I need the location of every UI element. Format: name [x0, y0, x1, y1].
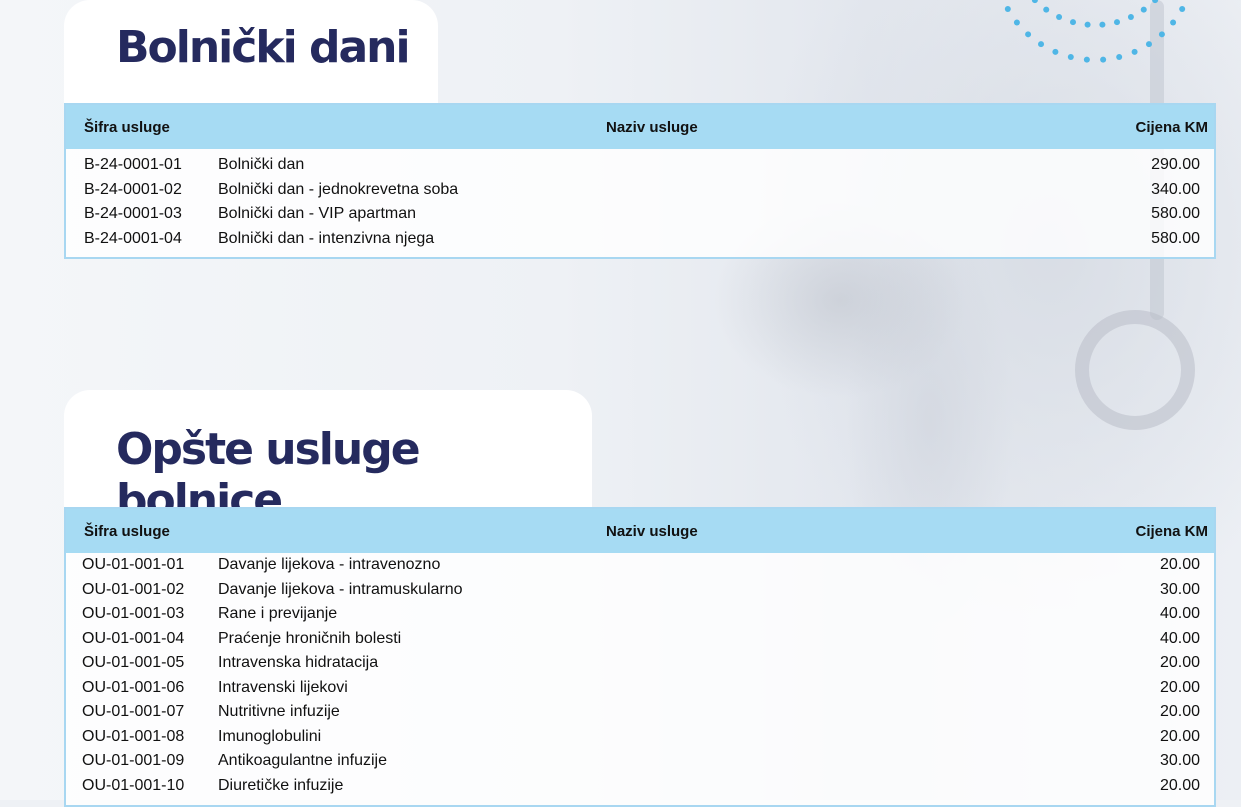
service-code: OU-01-001-10 [82, 776, 185, 794]
service-name: Bolnički dan - jednokrevetna soba [218, 180, 459, 198]
table-body: OU-01-001-01 Davanje lijekova - intraven… [66, 553, 1214, 798]
service-name: Bolnički dan - VIP apartman [218, 205, 417, 222]
decorative-dot [1083, 56, 1090, 63]
service-name: Intravenska hidratacija [218, 654, 379, 671]
table-row: B-24-0001-04 Bolnički dan - intenzivna n… [66, 227, 1214, 252]
service-code: B-24-0001-03 [84, 205, 182, 222]
stethoscope-ring-decoration [1075, 310, 1195, 430]
decorative-dot [1116, 54, 1123, 61]
service-name: Bolnički dan - intenzivna njega [218, 229, 435, 247]
service-code: B-24-0001-04 [84, 229, 182, 247]
decorative-dot [1158, 31, 1165, 38]
service-price: 340.00 [1151, 180, 1200, 198]
table-row: B-24-0001-02 Bolnički dan - jednokrevetn… [66, 178, 1214, 203]
service-name: Rane i previjanje [218, 605, 338, 622]
price-table-bolnicki-dani: Šifra usluge Naziv usluge Cijena KM B-24… [64, 103, 1216, 259]
service-code: OU-01-001-05 [82, 654, 185, 671]
service-code: OU-01-001-02 [82, 580, 185, 598]
service-price: 20.00 [1159, 776, 1200, 794]
service-code: OU-01-001-03 [82, 605, 185, 622]
service-code: B-24-0001-01 [84, 156, 182, 173]
column-header-code: Šifra usluge [84, 119, 170, 136]
decorative-dot [1056, 14, 1063, 21]
service-price: 20.00 [1159, 678, 1200, 696]
table-row: OU-01-001-06 Intravenski lijekovi 20.00 [66, 676, 1214, 701]
decorative-dot [1131, 48, 1138, 55]
table-row: OU-01-001-03 Rane i previjanje 40.00 [66, 602, 1214, 627]
service-price: 30.00 [1159, 580, 1200, 598]
service-price: 580.00 [1151, 205, 1200, 222]
decorative-dot [1127, 14, 1134, 21]
table-row: OU-01-001-08 Imunoglobulini 20.00 [66, 725, 1214, 750]
service-price: 40.00 [1159, 629, 1200, 647]
column-header-name: Naziv usluge [606, 523, 698, 540]
decorative-dot [1152, 0, 1159, 4]
decorative-dot [1140, 6, 1147, 13]
service-name: Intravenski lijekovi [218, 678, 348, 696]
table-body: B-24-0001-01 Bolnički dan 290.00 B-24-00… [66, 149, 1214, 251]
table-row: B-24-0001-01 Bolnički dan 290.00 [66, 153, 1214, 178]
decorative-dot [1038, 41, 1045, 48]
column-header-price: Cijena KM [1135, 119, 1208, 136]
decorative-dot [1004, 5, 1011, 12]
service-price: 40.00 [1159, 605, 1200, 622]
table-row: OU-01-001-02 Davanje lijekova - intramus… [66, 578, 1214, 603]
service-code: B-24-0001-02 [84, 180, 182, 198]
service-name: Davanje lijekova - intramuskularno [218, 580, 463, 598]
service-price: 20.00 [1159, 703, 1200, 720]
table-row: B-24-0001-03 Bolnički dan - VIP apartman… [66, 202, 1214, 227]
table-row: OU-01-001-10 Diuretičke infuzije 20.00 [66, 774, 1214, 799]
decorative-dot [1100, 56, 1107, 63]
service-price: 20.00 [1159, 556, 1200, 573]
section-title: Bolnički dani [116, 22, 411, 73]
service-name: Bolnički dan [218, 156, 305, 173]
service-code: OU-01-001-01 [82, 556, 185, 573]
service-price: 30.00 [1159, 752, 1200, 769]
decorative-dot [1099, 21, 1106, 28]
service-name: Imunoglobulini [218, 727, 322, 745]
decorative-dot [1031, 0, 1038, 4]
service-price: 20.00 [1159, 727, 1200, 745]
service-code: OU-01-001-09 [82, 752, 185, 769]
section-title-card-opste-usluge: Opšte usluge bolnice [64, 390, 592, 526]
decorative-dot [1052, 48, 1059, 55]
decorative-dot [1145, 41, 1152, 48]
column-header-name: Naziv usluge [606, 119, 698, 136]
section-title-card-bolnicki-dani: Bolnički dani [64, 0, 438, 104]
service-price: 290.00 [1151, 156, 1200, 173]
price-table-opste-usluge: Šifra usluge Naziv usluge Cijena KM OU-0… [64, 507, 1216, 807]
table-row: OU-01-001-05 Intravenska hidratacija 20.… [66, 651, 1214, 676]
decorative-dot [1043, 6, 1050, 13]
table-row: OU-01-001-04 Praćenje hroničnih bolesti … [66, 627, 1214, 652]
service-price: 580.00 [1151, 229, 1200, 247]
decorative-dot [1113, 19, 1120, 26]
table-header: Šifra usluge Naziv usluge Cijena KM [66, 509, 1214, 553]
column-header-price: Cijena KM [1135, 523, 1208, 540]
decorative-dot [1084, 21, 1091, 28]
service-code: OU-01-001-06 [82, 678, 185, 696]
service-name: Diuretičke infuzije [218, 776, 344, 794]
table-row: OU-01-001-09 Antikoagulantne infuzije 30… [66, 749, 1214, 774]
service-name: Praćenje hroničnih bolesti [218, 629, 402, 647]
dotted-arc-decoration [1004, 0, 1186, 63]
service-name: Nutritivne infuzije [218, 703, 340, 720]
decorative-dot [1025, 31, 1032, 38]
service-code: OU-01-001-07 [82, 703, 185, 720]
decorative-dot [1013, 19, 1020, 26]
table-row: OU-01-001-01 Davanje lijekova - intraven… [66, 553, 1214, 578]
table-header: Šifra usluge Naziv usluge Cijena KM [66, 105, 1214, 149]
decorative-dot [1179, 5, 1186, 12]
service-code: OU-01-001-08 [82, 727, 185, 745]
service-name: Davanje lijekova - intravenozno [218, 556, 441, 573]
decorative-dot [1067, 54, 1074, 61]
service-name: Antikoagulantne infuzije [218, 752, 388, 769]
table-row: OU-01-001-07 Nutritivne infuzije 20.00 [66, 700, 1214, 725]
decorative-dot [1070, 19, 1077, 26]
column-header-code: Šifra usluge [84, 523, 170, 540]
decorative-dot [1170, 19, 1177, 26]
service-code: OU-01-001-04 [82, 629, 185, 647]
service-price: 20.00 [1159, 654, 1200, 671]
